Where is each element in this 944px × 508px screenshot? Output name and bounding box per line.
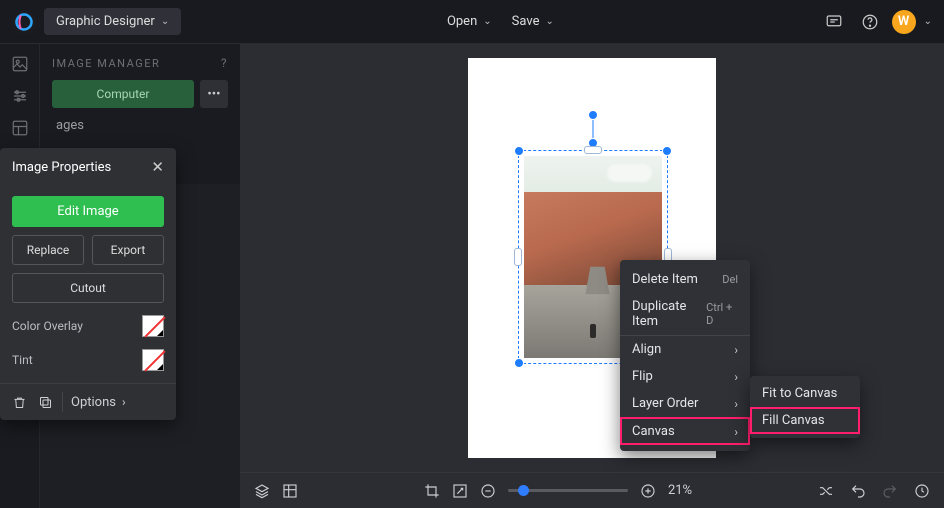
adjust-tool-icon[interactable] [8, 84, 32, 108]
tint-swatch[interactable] [142, 349, 164, 371]
ctx-flip[interactable]: Flip › [620, 363, 750, 390]
resize-handle-bl[interactable] [514, 358, 524, 368]
zoom-slider[interactable] [508, 489, 628, 492]
ctx-canvas[interactable]: Canvas › [620, 417, 750, 445]
ctx-fill-canvas[interactable]: Fill Canvas [750, 407, 860, 434]
export-button[interactable]: Export [92, 235, 164, 265]
context-menu: Delete Item Del Duplicate Item Ctrl + D … [620, 260, 750, 451]
image-manager-title: IMAGE MANAGER [52, 57, 160, 70]
panel-title: Image Properties [12, 160, 111, 175]
save-menu[interactable]: Save⌄ [506, 8, 560, 35]
resize-handle-left[interactable] [514, 248, 522, 266]
help-icon[interactable] [856, 8, 884, 36]
color-overlay-swatch[interactable] [142, 315, 164, 337]
upload-computer-button[interactable]: Computer [52, 80, 194, 108]
expand-icon[interactable] [452, 483, 468, 499]
images-link[interactable]: ages [56, 118, 228, 133]
user-avatar[interactable]: W [892, 10, 916, 34]
color-overlay-label: Color Overlay [12, 319, 83, 333]
replace-button[interactable]: Replace [12, 235, 84, 265]
ctx-layer-order[interactable]: Layer Order › [620, 390, 750, 417]
history-icon[interactable] [914, 483, 930, 499]
trash-icon[interactable] [10, 393, 28, 411]
grid-icon[interactable] [282, 483, 298, 499]
chevron-right-icon: › [734, 370, 738, 384]
ctx-align[interactable]: Align › [620, 335, 750, 363]
chevron-right-icon: › [734, 425, 738, 439]
options-menu[interactable]: Options › [71, 395, 126, 410]
ctx-delete-item[interactable]: Delete Item Del [620, 266, 750, 293]
open-menu[interactable]: Open⌄ [441, 8, 498, 35]
chevron-down-icon[interactable]: ⌄ [924, 16, 932, 27]
resize-handle-tl[interactable] [514, 146, 524, 156]
chevron-right-icon: › [734, 397, 738, 411]
duplicate-icon[interactable] [36, 393, 54, 411]
help-icon[interactable]: ? [221, 56, 228, 70]
context-submenu-canvas: Fit to Canvas Fill Canvas [750, 376, 860, 438]
ctx-duplicate-item[interactable]: Duplicate Item Ctrl + D [620, 293, 750, 335]
image-properties-panel: Image Properties ✕ Edit Image Replace Ex… [0, 148, 176, 420]
mode-selector[interactable]: Graphic Designer ⌄ [44, 8, 181, 35]
zoom-slider-thumb[interactable] [518, 485, 529, 496]
chevron-down-icon: ⌄ [483, 16, 491, 27]
shuffle-icon[interactable] [818, 483, 834, 499]
more-sources-button[interactable]: ••• [200, 80, 228, 108]
redo-icon[interactable] [882, 483, 898, 499]
resize-handle-tr[interactable] [662, 146, 672, 156]
close-icon[interactable]: ✕ [151, 158, 164, 176]
ctx-fit-to-canvas[interactable]: Fit to Canvas [750, 380, 860, 407]
bottom-bar: 21% [240, 472, 944, 508]
feedback-icon[interactable] [820, 8, 848, 36]
rotate-handle[interactable] [588, 110, 598, 120]
layers-icon[interactable] [254, 483, 270, 499]
layout-tool-icon[interactable] [8, 116, 32, 140]
divider [62, 392, 63, 412]
zoom-in-button[interactable] [640, 483, 656, 499]
resize-handle-top-mid[interactable] [584, 146, 602, 154]
app-logo [12, 10, 36, 34]
edit-image-button[interactable]: Edit Image [12, 196, 164, 227]
undo-icon[interactable] [850, 483, 866, 499]
chevron-down-icon: ⌄ [545, 16, 553, 27]
image-tool-icon[interactable] [8, 52, 32, 76]
zoom-out-button[interactable] [480, 483, 496, 499]
chevron-right-icon: › [122, 395, 126, 409]
chevron-down-icon: ⌄ [161, 16, 169, 27]
mode-label: Graphic Designer [56, 14, 155, 29]
zoom-value: 21% [668, 483, 692, 498]
tint-label: Tint [12, 353, 33, 367]
top-bar: Graphic Designer ⌄ Open⌄ Save⌄ W ⌄ [0, 0, 944, 44]
chevron-right-icon: › [734, 343, 738, 357]
crop-icon[interactable] [424, 483, 440, 499]
cutout-button[interactable]: Cutout [12, 273, 164, 303]
